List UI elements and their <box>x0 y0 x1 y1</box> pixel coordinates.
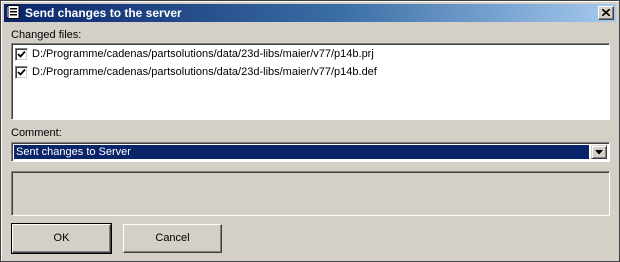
document-icon <box>7 5 21 20</box>
dialog-window: Send changes to the server Changed files… <box>0 0 620 262</box>
dropdown-button[interactable] <box>591 145 607 159</box>
comment-combobox[interactable]: Sent changes to Server <box>11 142 610 162</box>
comment-text-area[interactable] <box>11 171 610 216</box>
close-button[interactable] <box>598 6 614 20</box>
file-checkbox[interactable] <box>15 66 28 79</box>
title-bar[interactable]: Send changes to the server <box>4 4 616 22</box>
changed-files-list[interactable]: D:/Programme/cadenas/partsolutions/data/… <box>11 43 610 120</box>
checkmark-icon <box>17 68 26 76</box>
window-title: Send changes to the server <box>25 6 182 20</box>
comment-value[interactable]: Sent changes to Server <box>14 145 589 159</box>
cancel-button[interactable]: Cancel <box>123 224 222 253</box>
close-icon <box>602 9 610 16</box>
changed-files-label: Changed files: <box>11 29 82 41</box>
ok-button[interactable]: OK <box>11 223 112 254</box>
comment-label: Comment: <box>11 127 62 139</box>
file-path: D:/Programme/cadenas/partsolutions/data/… <box>32 66 377 78</box>
file-checkbox[interactable] <box>15 48 28 61</box>
chevron-down-icon <box>595 150 603 155</box>
checkmark-icon <box>17 50 26 58</box>
file-path: D:/Programme/cadenas/partsolutions/data/… <box>32 48 374 60</box>
